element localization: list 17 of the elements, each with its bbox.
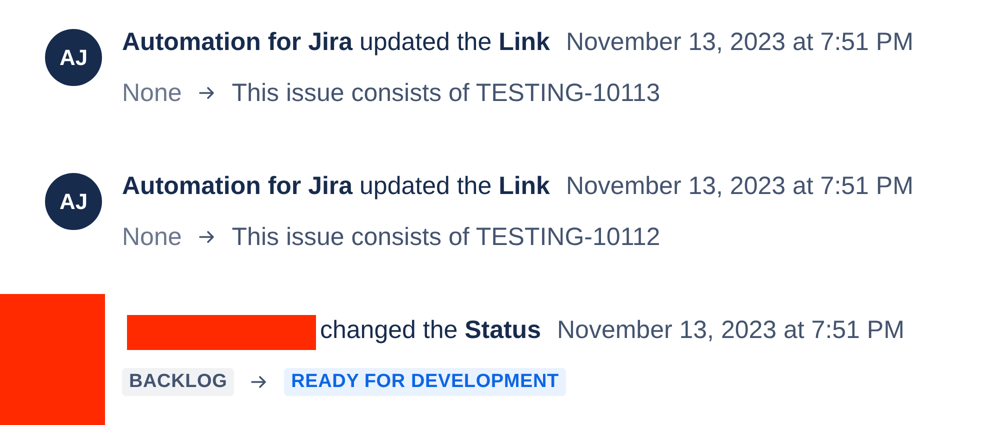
- old-value: None: [122, 78, 182, 108]
- activity-summary: Automation for Jira updated the Link: [122, 172, 550, 200]
- old-value: None: [122, 222, 182, 252]
- timestamp: November 13, 2023 at 7:51 PM: [556, 316, 904, 344]
- arrow-icon: [198, 229, 216, 245]
- new-value: This issue consists of TESTING-10113: [232, 78, 660, 108]
- timestamp: November 13, 2023 at 7:51 PM: [566, 172, 914, 200]
- avatar: AJ: [45, 173, 102, 230]
- new-value: This issue consists of TESTING-10112: [232, 222, 660, 252]
- avatar: AJ: [45, 29, 102, 86]
- status-lozenge: BACKLOG: [122, 368, 234, 396]
- activity-summary: Automation for Jira updated the Link: [122, 28, 550, 56]
- arrow-icon: [198, 85, 216, 101]
- status-lozenge: READY FOR DEVELOPMENT: [284, 368, 566, 396]
- activity-summary: changed the Status: [320, 316, 541, 344]
- timestamp: November 13, 2023 at 7:51 PM: [566, 28, 914, 56]
- arrow-icon: [250, 374, 268, 390]
